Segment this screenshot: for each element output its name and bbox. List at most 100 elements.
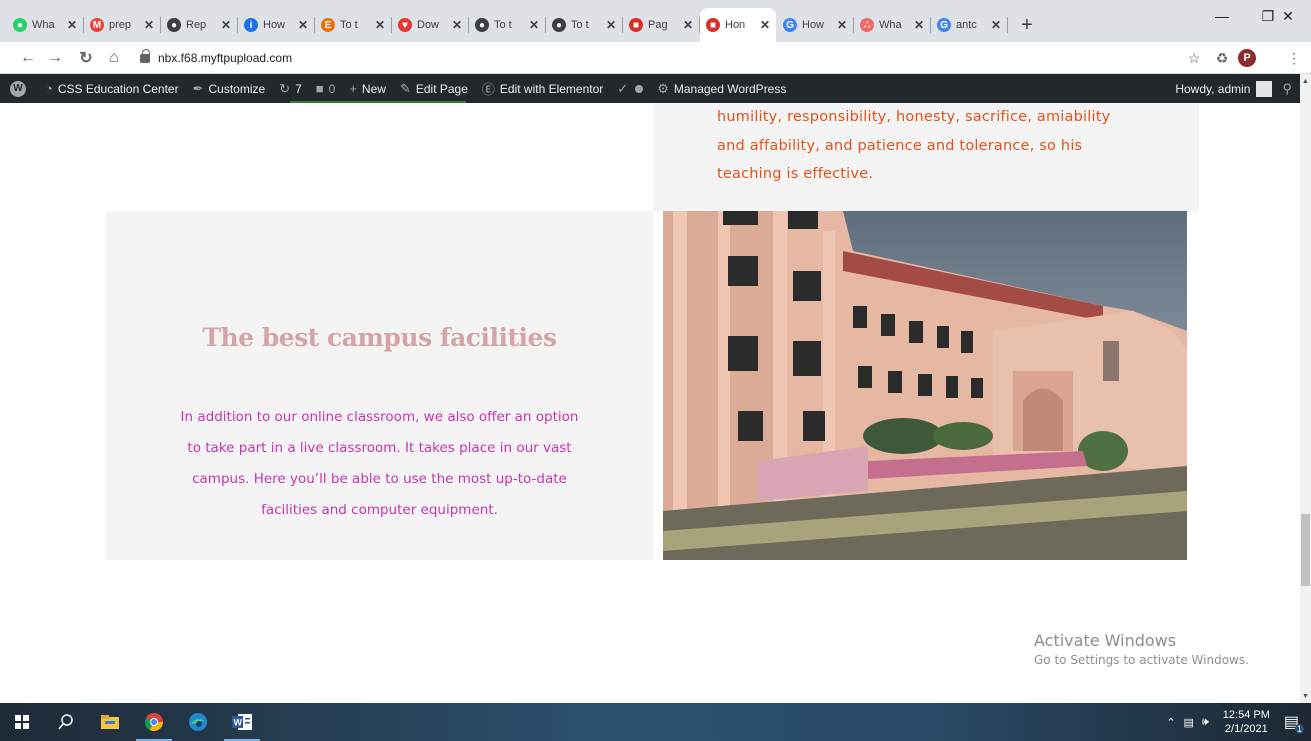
edge-icon[interactable]	[176, 703, 220, 741]
extensions-puzzle-icon[interactable]: ♻	[1212, 48, 1232, 68]
wp-admin-item-label: Managed WordPress	[673, 81, 787, 96]
browser-tab[interactable]: ■ Pag ✕	[623, 8, 700, 42]
chrome-icon[interactable]	[132, 703, 176, 741]
asana-icon: ∴	[860, 18, 874, 32]
svg-text:W: W	[234, 718, 243, 728]
page-scrollbar[interactable]	[1300, 74, 1311, 703]
tab-label: Pag	[648, 19, 668, 31]
yoast-status-dot-icon	[635, 84, 644, 93]
scrollbar-thumb[interactable]	[1301, 514, 1310, 586]
browser-tab[interactable]: G How ✕	[777, 8, 854, 42]
tab-label: How	[263, 19, 286, 31]
activate-windows-watermark: Activate Windows Go to Settings to activ…	[1034, 631, 1249, 667]
browser-tab[interactable]: i How ✕	[238, 8, 315, 42]
browser-tab[interactable]: E To t ✕	[315, 8, 392, 42]
elementor-icon: Ⓔ	[481, 82, 495, 97]
tab-label: To t	[340, 19, 358, 31]
scroll-up-arrow-icon[interactable]: ▲	[1300, 76, 1311, 86]
back-arrow-icon[interactable]: ←	[18, 48, 38, 68]
browser-tab[interactable]: ● Wha ✕	[7, 8, 84, 42]
network-icon[interactable]: ▤	[1183, 716, 1193, 729]
search-icon[interactable]: ⚲	[1282, 81, 1292, 97]
tab-close-icon[interactable]: ✕	[914, 18, 924, 32]
minimize-button[interactable]: —	[1199, 0, 1245, 32]
admin-avatar[interactable]	[1256, 80, 1273, 97]
screen: ● Wha ✕ Mprep ✕ ● Rep ✕ i How ✕ E To t ✕ ♥ Dow ✕ ● To t ✕ ● T…	[0, 0, 1311, 741]
tab-close-icon[interactable]: ✕	[760, 18, 770, 32]
tab-list: ● Wha ✕ Mprep ✕ ● Rep ✕ i How ✕ E To t ✕ ♥ Dow ✕ ● To t ✕ ● T…	[0, 0, 1008, 42]
tab-label: prep	[109, 19, 132, 31]
new-tab-button[interactable]: +	[1013, 8, 1041, 42]
scroll-down-arrow-icon[interactable]: ▼	[1300, 691, 1311, 701]
wp-admin-item-label: Customize	[208, 81, 266, 96]
tab-label: Dow	[417, 19, 440, 31]
start-windows-icon[interactable]	[0, 703, 44, 741]
menu-kebab-icon[interactable]: ⋮	[1284, 48, 1304, 68]
wp-admin-item[interactable]: Ⓔ Edit with Elementor	[475, 74, 610, 103]
close-window-button[interactable]: ✕	[1265, 0, 1311, 32]
address-bar: ← → ↻ ⌂ nbx.f68.myftpupload.com ☆ ♻ P ⋮	[0, 42, 1311, 74]
search-icon[interactable]	[44, 703, 88, 741]
browser-tab[interactable]: ● To t ✕	[546, 8, 623, 42]
clock[interactable]: 12:54 PM 2/1/2021	[1223, 708, 1270, 736]
bookmark-star-icon[interactable]: ☆	[1184, 48, 1204, 68]
browser-tab[interactable]: Gantc ✕	[931, 8, 1008, 42]
wp-admin-item[interactable]: ✓	[610, 74, 650, 103]
tab-close-icon[interactable]: ✕	[991, 18, 1001, 32]
wp-admin-item[interactable]: ✎ Edit Page	[393, 74, 475, 103]
campus-building-image	[663, 211, 1187, 560]
quote-text: humility, responsibility, honesty, sacri…	[717, 109, 1111, 182]
quote-box: humility, responsibility, honesty, sacri…	[653, 103, 1199, 211]
forward-arrow-icon[interactable]: →	[45, 48, 65, 68]
whatsapp-icon: ●	[13, 18, 27, 32]
lock-icon	[140, 48, 150, 63]
campus-building-illustration	[663, 211, 1187, 560]
reload-icon[interactable]: ↻	[76, 48, 96, 68]
file-explorer-icon[interactable]	[88, 703, 132, 741]
wordpress-logo-icon[interactable]: W	[0, 74, 38, 103]
howdy-text[interactable]: Howdy, admin	[1175, 82, 1250, 96]
tab-label: Hon	[725, 19, 746, 31]
gear-icon: ⚙	[657, 80, 669, 96]
wp-admin-item[interactable]: ⚙ Managed WordPress	[650, 74, 793, 103]
notification-center-icon[interactable]: ▤ 1	[1284, 712, 1304, 734]
tab-close-icon[interactable]: ✕	[452, 18, 462, 32]
wp-admin-item[interactable]: + New	[342, 74, 393, 103]
tab-close-icon[interactable]: ✕	[606, 18, 616, 32]
wp-admin-item[interactable]: ↻ 7	[272, 74, 309, 103]
wp-admin-item[interactable]: ◔ CSS Education Center	[38, 74, 186, 103]
profile-avatar[interactable]: P	[1238, 49, 1256, 67]
tab-close-icon[interactable]: ✕	[375, 18, 385, 32]
browser-tab[interactable]: ● Rep ✕	[161, 8, 238, 42]
tab-close-icon[interactable]: ✕	[67, 18, 77, 32]
chevron-up-icon[interactable]: ⌃	[1166, 716, 1175, 729]
tab-label: Wha	[879, 19, 902, 31]
tab-close-icon[interactable]: ✕	[683, 18, 693, 32]
browser-tab[interactable]: ■ Hon ✕	[700, 8, 776, 42]
tab-label: antc	[956, 19, 977, 31]
tab-close-icon[interactable]: ✕	[298, 18, 308, 32]
windows-taskbar: W ⌃ ▤ 🕪 12:54 PM 2/1/2021 ▤ 1	[0, 703, 1311, 741]
wp-admin-item[interactable]: ✒ Customize	[186, 74, 273, 103]
store-icon: ■	[706, 18, 720, 32]
home-icon[interactable]: ⌂	[104, 48, 124, 68]
wp-admin-bar: W ◔ CSS Education Center ✒ Customize ↻ 7 ■ 0 + Ne…	[0, 74, 1300, 103]
url-field[interactable]: nbx.f68.myftpupload.com	[140, 47, 1160, 69]
browser-tab[interactable]: ∴ Wha ✕	[854, 8, 931, 42]
tab-close-icon[interactable]: ✕	[144, 18, 154, 32]
section-heading: The best campus facilities	[202, 323, 557, 352]
tab-close-icon[interactable]: ✕	[529, 18, 539, 32]
wp-admin-right: Howdy, admin ⚲	[1175, 74, 1300, 103]
heart-icon: ♥	[398, 18, 412, 32]
volume-icon[interactable]: 🕪	[1202, 716, 1209, 729]
wp-admin-item[interactable]: ■ 0	[309, 74, 343, 103]
word-icon[interactable]: W	[220, 703, 264, 741]
tab-close-icon[interactable]: ✕	[837, 18, 847, 32]
browser-tab[interactable]: Mprep ✕	[84, 8, 161, 42]
updates-icon: ↻	[279, 80, 291, 96]
browser-tab[interactable]: ● To t ✕	[469, 8, 546, 42]
tab-close-icon[interactable]: ✕	[221, 18, 231, 32]
clock-time: 12:54 PM	[1222, 709, 1270, 721]
browser-tab[interactable]: ♥ Dow ✕	[392, 8, 469, 42]
section-body: In addition to our online classroom, we …	[180, 409, 579, 518]
